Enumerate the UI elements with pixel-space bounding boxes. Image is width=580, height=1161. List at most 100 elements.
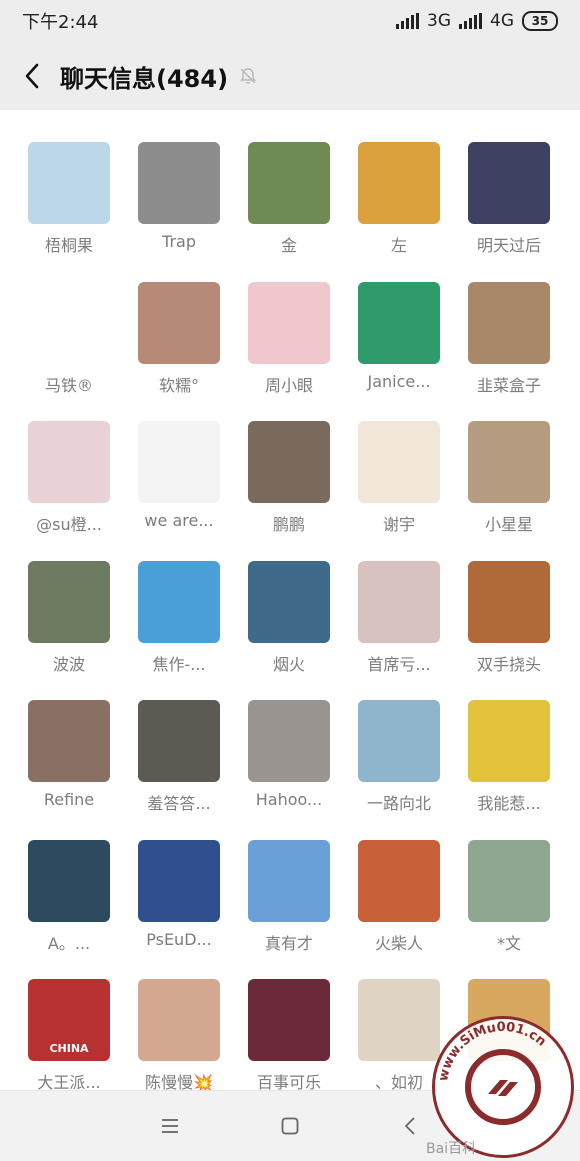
member-name: 烟火 bbox=[272, 654, 305, 674]
member-item[interactable]: 软糯° bbox=[124, 266, 234, 406]
member-name: Refine bbox=[43, 790, 95, 809]
avatar bbox=[28, 700, 110, 782]
avatar: CHINA bbox=[28, 979, 110, 1061]
member-item[interactable]: 鹏鹏 bbox=[234, 405, 344, 545]
member-name: *文 bbox=[496, 933, 521, 953]
member-name: 左 bbox=[390, 236, 407, 255]
member-name: 金 bbox=[280, 236, 297, 255]
member-item[interactable]: Hahoo... bbox=[234, 684, 344, 824]
avatar bbox=[138, 281, 220, 364]
member-name: 我能惹... bbox=[477, 794, 541, 813]
avatar bbox=[358, 979, 440, 1061]
chat-info-header: 聊天信息(484) bbox=[0, 42, 580, 110]
avatar bbox=[468, 839, 550, 922]
member-item[interactable]: PsEuD... bbox=[124, 824, 234, 964]
member-item[interactable]: 羞答答... bbox=[124, 684, 234, 824]
avatar bbox=[248, 421, 330, 503]
avatar bbox=[358, 560, 440, 643]
member-name: Trap bbox=[162, 232, 196, 251]
member-name: 软糯° bbox=[158, 375, 199, 395]
back-button[interactable] bbox=[18, 56, 46, 96]
page-title: 聊天信息(484) bbox=[60, 64, 229, 93]
member-name: 鹏鹏 bbox=[272, 515, 305, 534]
network-4g-label: 4G bbox=[490, 11, 514, 31]
avatar bbox=[248, 281, 330, 364]
avatar-badge-text: CHINA bbox=[49, 1042, 89, 1055]
network-3g-label: 3G bbox=[427, 11, 451, 31]
avatar bbox=[138, 421, 220, 503]
member-item[interactable]: Janice... bbox=[344, 266, 454, 406]
member-name: we are... bbox=[144, 511, 214, 530]
member-item[interactable]: 金 bbox=[234, 126, 344, 266]
member-item[interactable]: *文 bbox=[454, 824, 564, 964]
member-item[interactable]: 梧桐果 bbox=[14, 126, 124, 266]
battery-icon: 35 bbox=[522, 11, 558, 31]
avatar bbox=[358, 700, 440, 782]
avatar bbox=[358, 839, 440, 922]
member-item[interactable]: 双手挠头 bbox=[454, 545, 564, 685]
avatar bbox=[468, 281, 550, 364]
member-name: 谢宇 bbox=[382, 515, 415, 534]
member-item[interactable]: 小星星 bbox=[454, 405, 564, 545]
member-name: 马铁® bbox=[44, 375, 93, 395]
member-name: PsEuD... bbox=[146, 929, 212, 949]
member-item[interactable]: 首席亏... bbox=[344, 545, 454, 685]
member-item[interactable]: 陈慢慢💥 bbox=[124, 963, 234, 1103]
avatar bbox=[28, 839, 110, 922]
home-square-icon bbox=[281, 1117, 299, 1135]
mute-bell-icon bbox=[238, 66, 258, 86]
member-item[interactable]: A。... bbox=[14, 824, 124, 964]
member-item[interactable]: 我能惹... bbox=[454, 684, 564, 824]
member-item[interactable]: 谢宇 bbox=[344, 405, 454, 545]
avatar bbox=[468, 421, 550, 503]
status-icons: 3G 4G 35 bbox=[396, 11, 558, 31]
member-name: 首席亏... bbox=[367, 654, 431, 674]
member-item[interactable]: @su橙... bbox=[14, 405, 124, 545]
avatar bbox=[138, 700, 220, 782]
member-item[interactable]: 波波 bbox=[14, 545, 124, 685]
member-item[interactable]: Refine bbox=[14, 684, 124, 824]
avatar bbox=[358, 421, 440, 503]
avatar bbox=[138, 979, 220, 1061]
avatar bbox=[248, 700, 330, 782]
member-item[interactable]: we are... bbox=[124, 405, 234, 545]
svg-text:www.SiMu001.cn: www.SiMu001.cn bbox=[436, 1020, 549, 1083]
member-item[interactable]: CHINA 大王派... bbox=[14, 963, 124, 1103]
member-name: A。... bbox=[47, 933, 91, 953]
avatar bbox=[28, 142, 110, 224]
avatar bbox=[248, 560, 330, 643]
member-item[interactable]: 马铁® bbox=[14, 266, 124, 406]
home-nav-button[interactable] bbox=[260, 1104, 320, 1148]
menu-icon bbox=[162, 1119, 178, 1133]
member-name: 羞答答... bbox=[147, 794, 211, 813]
member-item[interactable]: 烟火 bbox=[234, 545, 344, 685]
member-item[interactable]: 韭菜盒子 bbox=[454, 266, 564, 406]
member-name: 一路向北 bbox=[366, 794, 431, 813]
member-name: 波波 bbox=[52, 654, 85, 674]
member-item[interactable]: 焦作-... bbox=[124, 545, 234, 685]
status-time: 下午2:44 bbox=[22, 12, 99, 33]
watermark-text: www.SiMu001.cn bbox=[436, 1020, 549, 1083]
member-item[interactable]: 一路向北 bbox=[344, 684, 454, 824]
member-item[interactable]: 百事可乐 bbox=[234, 963, 344, 1103]
member-name: 小星星 bbox=[484, 515, 533, 534]
member-name: 明天过后 bbox=[476, 236, 541, 255]
signal-icon bbox=[396, 13, 419, 29]
watermark-seal: www.SiMu001.cn bbox=[432, 1016, 574, 1158]
avatar bbox=[358, 281, 440, 364]
member-item[interactable]: 周小眼 bbox=[234, 266, 344, 406]
member-item[interactable]: Trap bbox=[124, 126, 234, 266]
back-triangle-icon bbox=[405, 1117, 415, 1135]
avatar bbox=[138, 839, 220, 922]
avatar bbox=[28, 560, 110, 643]
avatar bbox=[28, 281, 110, 364]
baidu-watermark: Bai百科 bbox=[426, 1141, 477, 1157]
menu-nav-button[interactable] bbox=[140, 1104, 200, 1148]
member-name: 梧桐果 bbox=[44, 236, 93, 255]
member-name: 真有才 bbox=[264, 933, 313, 953]
member-item[interactable]: 火柴人 bbox=[344, 824, 454, 964]
member-item[interactable]: 明天过后 bbox=[454, 126, 564, 266]
member-item[interactable]: 左 bbox=[344, 126, 454, 266]
avatar bbox=[248, 979, 330, 1061]
member-item[interactable]: 真有才 bbox=[234, 824, 344, 964]
